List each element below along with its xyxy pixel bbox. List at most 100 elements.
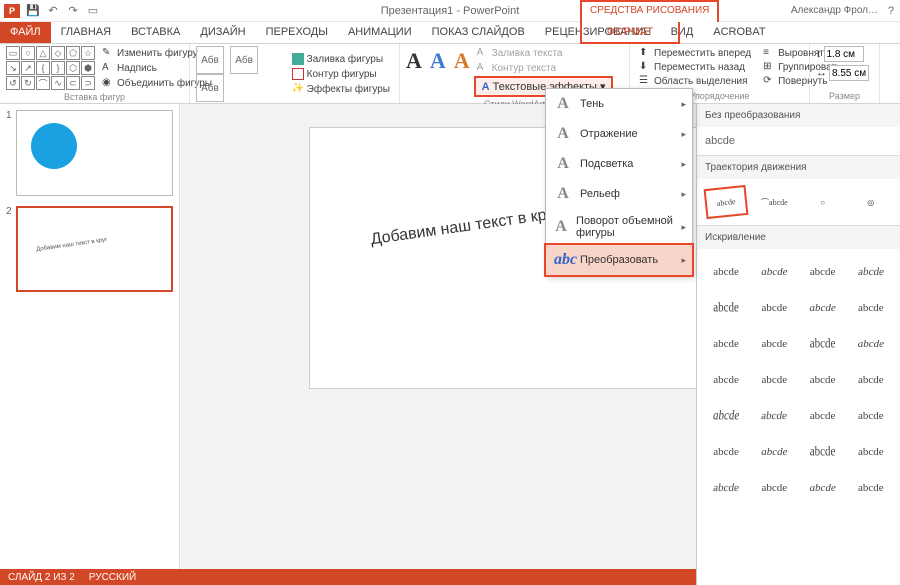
- slide-thumbnail-1[interactable]: [16, 110, 173, 196]
- transform-option[interactable]: ◎: [850, 187, 892, 217]
- selection-pane-button[interactable]: ☰Область выделения: [636, 74, 754, 88]
- powerpoint-icon: P: [4, 4, 20, 18]
- text-outline-button[interactable]: AКонтур текста: [474, 61, 614, 75]
- group-shape-styles: Абв Абв Абв Заливка фигуры Контур фигуры…: [190, 44, 400, 103]
- transform-option[interactable]: abcde: [802, 326, 844, 362]
- label: Преобразовать: [580, 254, 658, 266]
- shape-style-gallery[interactable]: Абв Абв Абв: [196, 46, 285, 102]
- label: Поворот объемной фигуры: [576, 215, 684, 239]
- shape-gallery[interactable]: ▭○△◇⬠☆ ↘↗{}⬡⬢ ↺↻⌒∿⊂⊃: [6, 46, 95, 90]
- transform-option[interactable]: abcde: [753, 293, 795, 323]
- quick-access-toolbar: P 💾 ↶ ↷ ▭: [0, 4, 100, 18]
- option-no-transform[interactable]: abcde: [697, 127, 900, 155]
- shape-outline-button[interactable]: Контур фигуры: [289, 67, 393, 81]
- label: Переместить вперед: [654, 48, 751, 59]
- language-indicator[interactable]: РУССКИЙ: [89, 572, 136, 583]
- send-backward-button[interactable]: ⬇Переместить назад: [636, 60, 754, 74]
- transform-option[interactable]: ⌒abcde: [753, 187, 795, 217]
- chevron-right-icon: ▸: [681, 222, 686, 233]
- width-input[interactable]: [829, 65, 869, 81]
- height-icon: ↕: [816, 48, 822, 60]
- curved-text[interactable]: Добавим наш текст в круг: [370, 205, 562, 249]
- tab-transitions[interactable]: ПЕРЕХОДЫ: [256, 22, 338, 43]
- chevron-right-icon: ▸: [681, 129, 686, 140]
- transform-option[interactable]: abcde: [753, 473, 795, 503]
- chevron-right-icon: ▸: [681, 189, 686, 200]
- label: Подсветка: [580, 158, 633, 170]
- menu-shadow[interactable]: AТень▸: [546, 89, 692, 119]
- tab-format[interactable]: ФОРМАТ: [580, 22, 680, 44]
- transform-option[interactable]: abcde: [802, 365, 844, 395]
- transform-option[interactable]: abcde: [705, 329, 747, 359]
- transform-option[interactable]: abcde: [802, 434, 844, 470]
- transform-option[interactable]: abcde: [705, 437, 747, 467]
- contextual-tab-drawing-tools[interactable]: СРЕДСТВА РИСОВАНИЯ: [580, 0, 719, 22]
- label: Заливка фигуры: [307, 54, 383, 65]
- menu-3d-rotation[interactable]: AПоворот объемной фигуры▸: [546, 209, 692, 245]
- menu-bevel[interactable]: AРельеф▸: [546, 179, 692, 209]
- group-label: Вставка фигур: [6, 90, 183, 102]
- thumb-number: 2: [6, 206, 12, 217]
- tab-file[interactable]: ФАЙЛ: [0, 22, 51, 43]
- transform-option[interactable]: abcde: [802, 293, 844, 323]
- label: Надпись: [117, 63, 157, 74]
- text-fill-button[interactable]: AЗаливка текста: [474, 46, 614, 60]
- transform-option[interactable]: abcde: [850, 473, 892, 503]
- section-warp: Искривление: [697, 226, 900, 249]
- transform-option[interactable]: ○: [802, 187, 844, 217]
- group-insert-shapes: ▭○△◇⬠☆ ↘↗{}⬡⬢ ↺↻⌒∿⊂⊃ ✎Изменить фигуру AН…: [0, 44, 190, 103]
- tab-acrobat[interactable]: ACROBAT: [703, 22, 775, 43]
- transform-option[interactable]: abcde: [850, 293, 892, 323]
- bring-forward-button[interactable]: ⬆Переместить вперед: [636, 46, 754, 60]
- transform-option[interactable]: abcde: [802, 401, 844, 431]
- transform-option-arch[interactable]: abcde: [704, 185, 749, 219]
- transform-option[interactable]: abcde: [850, 401, 892, 431]
- wordart-gallery[interactable]: A A A: [406, 46, 470, 76]
- tab-design[interactable]: ДИЗАЙН: [190, 22, 255, 43]
- label: Заливка текста: [492, 48, 563, 59]
- tab-animations[interactable]: АНИМАЦИИ: [338, 22, 422, 43]
- slide-counter: СЛАЙД 2 ИЗ 2: [8, 572, 75, 583]
- transform-option[interactable]: abcde: [847, 257, 895, 287]
- transform-option[interactable]: abcde: [850, 437, 892, 467]
- chevron-right-icon: ▸: [681, 159, 686, 170]
- transform-option[interactable]: abcde: [753, 437, 795, 467]
- ribbon-tabs: ФАЙЛ ГЛАВНАЯ ВСТАВКА ДИЗАЙН ПЕРЕХОДЫ АНИ…: [0, 22, 900, 44]
- window-title: Презентация1 - PowerPoint: [381, 5, 520, 17]
- transform-option[interactable]: abcde: [753, 329, 795, 359]
- transform-option[interactable]: abcde: [705, 365, 747, 395]
- tab-home[interactable]: ГЛАВНАЯ: [51, 22, 121, 43]
- tab-insert[interactable]: ВСТАВКА: [121, 22, 190, 43]
- undo-icon[interactable]: ↶: [46, 4, 60, 18]
- label: Контур фигуры: [307, 69, 377, 80]
- group-size: ↕ ↔ Размер: [810, 44, 880, 103]
- transform-option[interactable]: abcde: [751, 401, 799, 431]
- redo-icon[interactable]: ↷: [66, 4, 80, 18]
- transform-option[interactable]: abcde: [850, 365, 892, 395]
- transform-option[interactable]: abcde: [705, 398, 747, 434]
- transform-option[interactable]: abcde: [753, 365, 795, 395]
- slide-thumbnails: 1 2 Добавим наш текст в круг: [0, 104, 180, 569]
- menu-glow[interactable]: AПодсветка▸: [546, 149, 692, 179]
- shape-effects-button[interactable]: ✨Эффекты фигуры: [289, 82, 393, 96]
- transform-gallery: Без преобразования abcde Траектория движ…: [696, 104, 900, 585]
- label: Отражение: [580, 128, 638, 140]
- transform-option[interactable]: abcde: [802, 257, 844, 287]
- menu-transform[interactable]: abcПреобразовать▸: [544, 243, 694, 277]
- tab-slideshow[interactable]: ПОКАЗ СЛАЙДОВ: [422, 22, 535, 43]
- section-no-transform: Без преобразования: [697, 104, 900, 127]
- transform-option[interactable]: abcde: [705, 290, 747, 326]
- start-slideshow-icon[interactable]: ▭: [86, 4, 100, 18]
- transform-option[interactable]: abcde: [802, 473, 844, 503]
- transform-option[interactable]: abcde: [753, 257, 795, 287]
- height-input[interactable]: [824, 46, 864, 62]
- save-icon[interactable]: 💾: [26, 4, 40, 18]
- text-effects-dropdown: AТень▸ AОтражение▸ AПодсветка▸ AРельеф▸ …: [545, 88, 693, 276]
- transform-option[interactable]: abcde: [850, 329, 892, 359]
- transform-option[interactable]: abcde: [705, 257, 747, 287]
- menu-reflection[interactable]: AОтражение▸: [546, 119, 692, 149]
- transform-option[interactable]: abcde: [702, 473, 750, 503]
- shape-fill-button[interactable]: Заливка фигуры: [289, 52, 393, 66]
- slide-thumbnail-2[interactable]: Добавим наш текст в круг: [16, 206, 173, 292]
- help-icon[interactable]: ?: [888, 5, 894, 17]
